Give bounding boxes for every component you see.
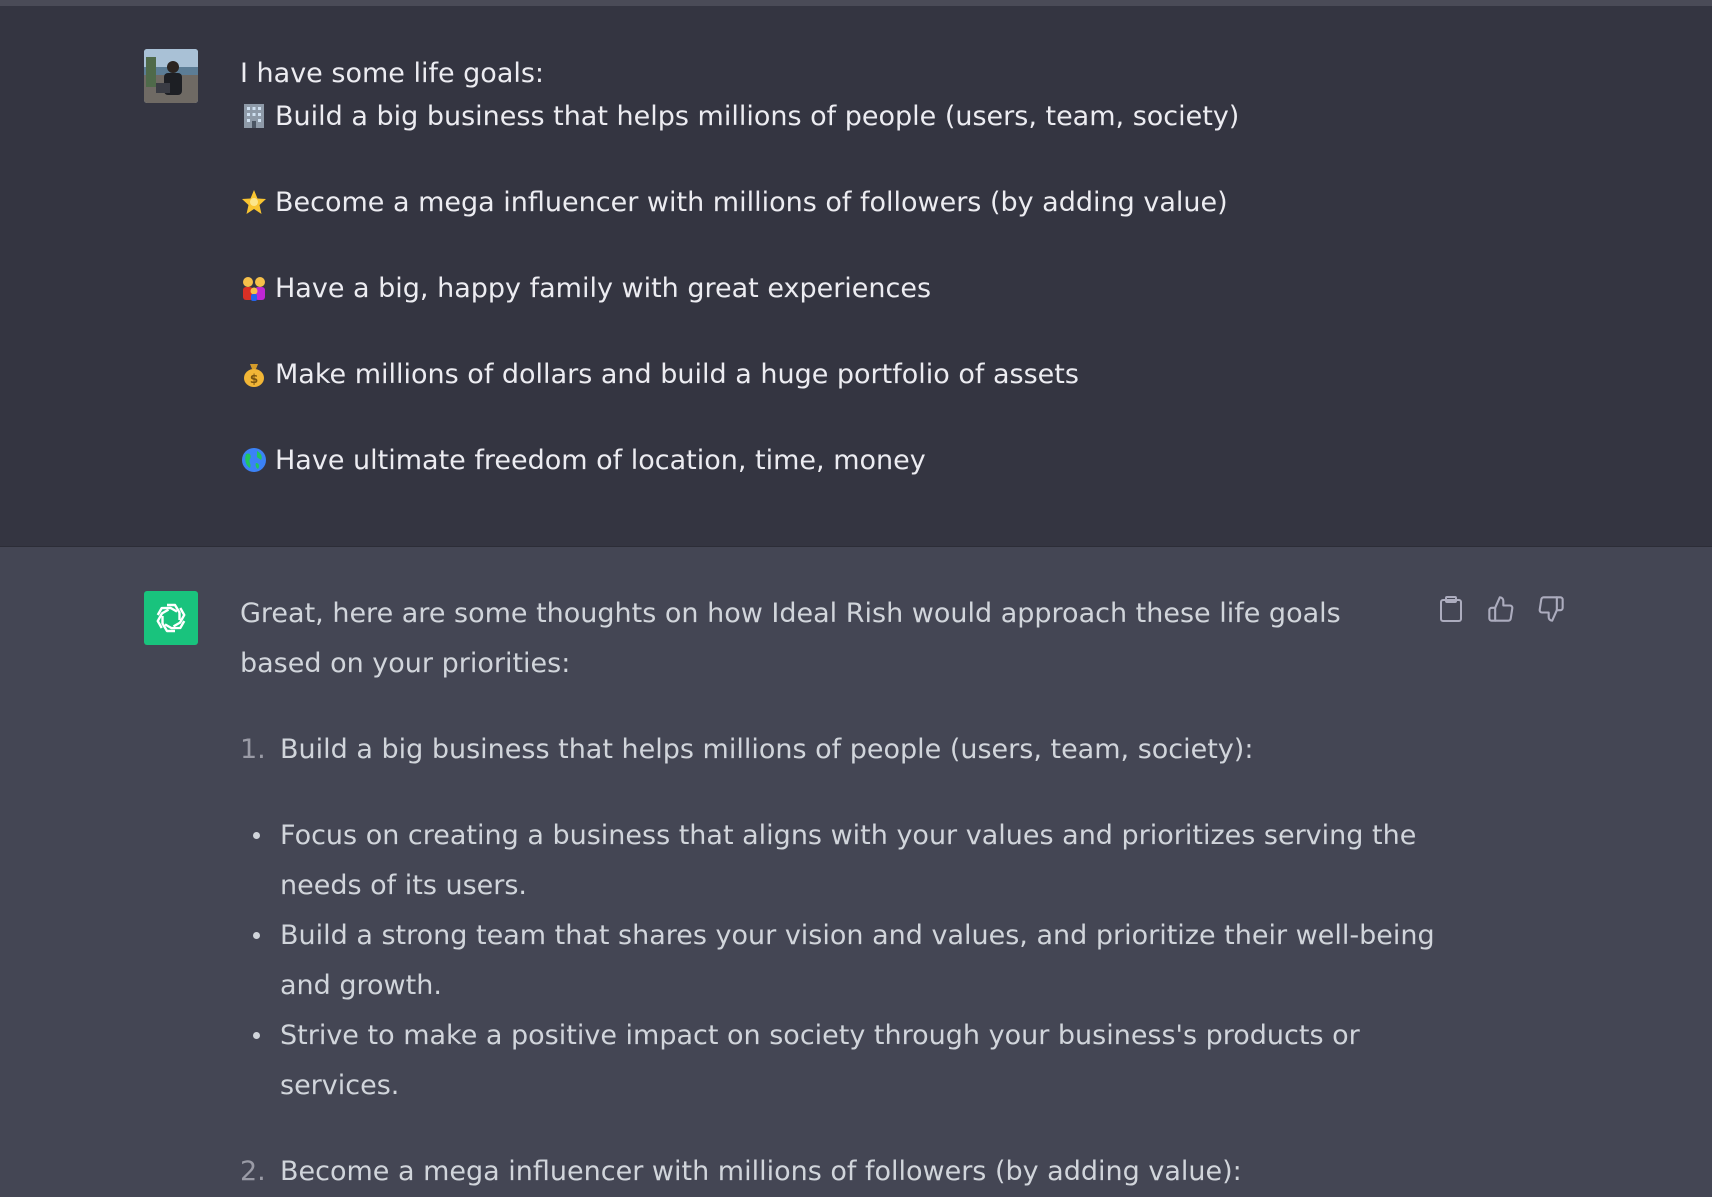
assistant-message: Great, here are some thoughts on how Ide… bbox=[0, 547, 1712, 1187]
list-number: 1. bbox=[240, 734, 266, 765]
goal-item: Have ultimate freedom of location, time,… bbox=[240, 439, 1440, 482]
bullet-item: Strive to make a positive impact on soci… bbox=[240, 1011, 1460, 1111]
list-item: 1. Build a big business that helps milli… bbox=[240, 725, 1420, 775]
goal-item: Build a big business that helps millions… bbox=[240, 95, 1440, 138]
message-actions bbox=[1436, 594, 1566, 624]
goal-text: Make millions of dollars and build a hug… bbox=[275, 359, 1079, 390]
bullet-text: Build a strong team that shares your vis… bbox=[280, 920, 1435, 1001]
svg-text:$: $ bbox=[250, 372, 258, 386]
bullet-text: Strive to make a positive impact on soci… bbox=[280, 1020, 1360, 1101]
assistant-message-text: Great, here are some thoughts on how Ide… bbox=[240, 589, 1435, 1197]
list-number: 2. bbox=[240, 1156, 266, 1187]
thumbs-down-icon bbox=[1538, 596, 1564, 622]
list-item-title: Build a big business that helps millions… bbox=[280, 734, 1254, 765]
bullet-dot bbox=[253, 932, 260, 939]
goal-item: $ Make millions of dollars and build a h… bbox=[240, 353, 1440, 396]
goal-text: Become a mega influencer with millions o… bbox=[275, 187, 1228, 218]
bullet-dot bbox=[253, 832, 260, 839]
goal-text: Have ultimate freedom of location, time,… bbox=[275, 445, 926, 476]
globe-emoji-icon bbox=[240, 444, 268, 472]
user-intro: I have some life goals: bbox=[240, 58, 545, 89]
bullet-list: Focus on creating a business that aligns… bbox=[240, 811, 1435, 1111]
openai-logo-icon bbox=[156, 603, 186, 633]
money-bag-emoji-icon: $ bbox=[240, 358, 268, 387]
family-emoji-icon bbox=[240, 272, 268, 301]
thumbs-down-button[interactable] bbox=[1536, 594, 1566, 624]
list-item: 2. Become a mega influencer with million… bbox=[240, 1147, 1420, 1197]
office-building-emoji-icon bbox=[240, 100, 268, 128]
bullet-text: Focus on creating a business that aligns… bbox=[280, 820, 1417, 901]
user-message: I have some life goals: Build a big busi… bbox=[0, 6, 1712, 547]
assistant-intro: Great, here are some thoughts on how Ide… bbox=[240, 598, 1341, 679]
user-message-text: I have some life goals: Build a big busi… bbox=[240, 52, 1440, 482]
user-avatar bbox=[144, 49, 198, 103]
goal-text: Have a big, happy family with great expe… bbox=[275, 273, 932, 304]
copy-button[interactable] bbox=[1436, 594, 1466, 624]
goal-item: Have a big, happy family with great expe… bbox=[240, 267, 1440, 310]
goal-text: Build a big business that helps millions… bbox=[275, 101, 1240, 132]
assistant-avatar bbox=[144, 591, 198, 645]
goal-item: Become a mega influencer with millions o… bbox=[240, 181, 1440, 224]
thumbs-up-icon bbox=[1488, 596, 1514, 622]
bullet-item: Build a strong team that shares your vis… bbox=[240, 911, 1460, 1011]
thumbs-up-button[interactable] bbox=[1486, 594, 1516, 624]
copy-icon bbox=[1440, 596, 1462, 622]
glowing-star-emoji-icon bbox=[240, 186, 268, 214]
bullet-item: Focus on creating a business that aligns… bbox=[240, 811, 1460, 911]
bullet-dot bbox=[253, 1032, 260, 1039]
